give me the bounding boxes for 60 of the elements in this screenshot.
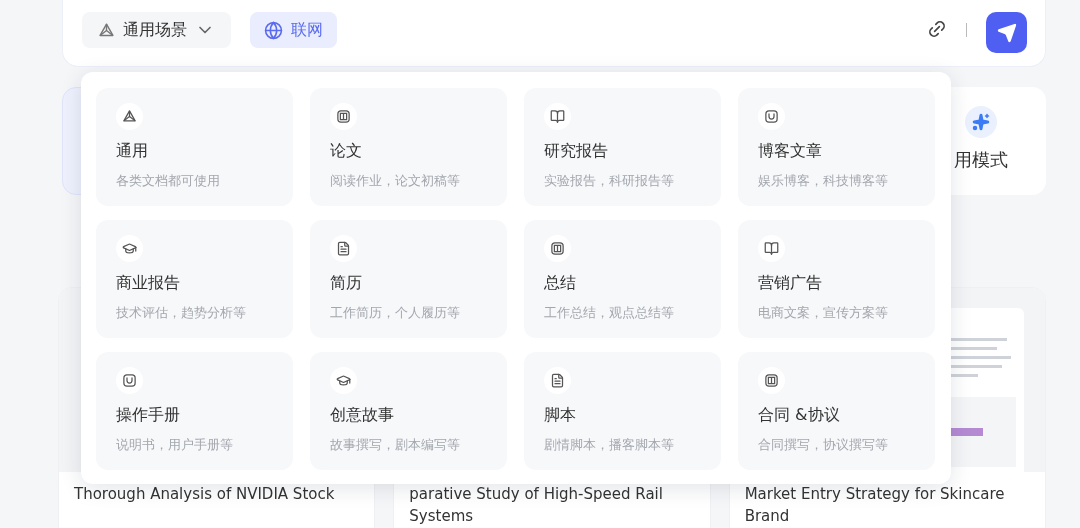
- example-title: parative Study of High-Speed Rail Systems: [408, 484, 664, 527]
- scenario-option[interactable]: 总结 工作总结，观点总结等: [524, 220, 721, 338]
- option-description: 说明书，用户手册等: [116, 436, 234, 454]
- scenario-option[interactable]: 博客文章 娱乐博客，科技博客等: [738, 88, 935, 206]
- open-book-icon: [550, 109, 565, 124]
- scenario-option[interactable]: 脚本 剧情脚本，播客脚本等: [524, 352, 721, 470]
- send-button[interactable]: [986, 12, 1027, 53]
- book-square-icon: [336, 109, 351, 124]
- option-title: 营销广告: [758, 273, 823, 294]
- option-description: 娱乐博客，科技博客等: [758, 172, 889, 190]
- globe-icon: [264, 20, 283, 40]
- option-title: 简历: [330, 273, 363, 294]
- option-title: 博客文章: [758, 141, 823, 162]
- option-title: 论文: [330, 141, 363, 162]
- option-description: 工作总结，观点总结等: [544, 304, 675, 322]
- option-description: 合同撰写，协议撰写等: [758, 436, 889, 454]
- option-description: 电商文案，宣传方案等: [758, 304, 889, 322]
- bookmark-square-icon: [122, 373, 137, 388]
- send-icon: [996, 22, 1017, 43]
- bookmark-square-icon: [764, 109, 779, 124]
- option-title: 脚本: [544, 405, 577, 426]
- scenario-option[interactable]: 简历 工作简历，个人履历等: [310, 220, 507, 338]
- option-description: 工作简历，个人履历等: [330, 304, 461, 322]
- option-title: 创意故事: [330, 405, 395, 426]
- web-search-toggle[interactable]: 联网: [250, 12, 337, 48]
- triangle-icon: [98, 21, 115, 39]
- sparkle-icon: [965, 106, 997, 138]
- scenario-option[interactable]: 通用 各类文档都可使用: [96, 88, 293, 206]
- book-square-icon: [550, 241, 565, 256]
- mode-label: 用模式: [954, 148, 1008, 172]
- scenario-option[interactable]: 研究报告 实验报告，科研报告等: [524, 88, 721, 206]
- scenario-option[interactable]: 商业报告 技术评估，趋势分析等: [96, 220, 293, 338]
- option-description: 各类文档都可使用: [116, 172, 221, 190]
- graduation-cap-icon: [122, 241, 137, 256]
- book-square-icon: [764, 373, 779, 388]
- document-icon: [550, 373, 565, 388]
- scenario-option[interactable]: 营销广告 电商文案，宣传方案等: [738, 220, 935, 338]
- option-title: 通用: [116, 141, 149, 162]
- example-title: Thorough Analysis of NVIDIA Stock: [73, 484, 336, 505]
- option-description: 技术评估，趋势分析等: [116, 304, 247, 322]
- example-title: Market Entry Strategy for Skincare Brand: [743, 484, 1006, 527]
- scenario-option[interactable]: 合同 &协议 合同撰写，协议撰写等: [738, 352, 935, 470]
- option-title: 合同 &协议: [758, 405, 841, 426]
- attachment-icon[interactable]: [927, 19, 947, 39]
- option-description: 剧情脚本，播客脚本等: [544, 436, 675, 454]
- graduation-cap-icon: [336, 373, 351, 388]
- option-description: 实验报告，科研报告等: [544, 172, 675, 190]
- option-title: 总结: [544, 273, 577, 294]
- scenario-dropdown[interactable]: 通用场景: [82, 12, 231, 48]
- option-title: 商业报告: [116, 273, 181, 294]
- option-description: 阅读作业，论文初稿等: [330, 172, 461, 190]
- triangle-icon: [122, 109, 137, 124]
- scenario-option[interactable]: 操作手册 说明书，用户手册等: [96, 352, 293, 470]
- scenario-option[interactable]: 创意故事 故事撰写，剧本编写等: [310, 352, 507, 470]
- option-description: 故事撰写，剧本编写等: [330, 436, 461, 454]
- open-book-icon: [764, 241, 779, 256]
- option-title: 研究报告: [544, 141, 609, 162]
- document-icon: [336, 241, 351, 256]
- option-title: 操作手册: [116, 405, 181, 426]
- scenario-option[interactable]: 论文 阅读作业，论文初稿等: [310, 88, 507, 206]
